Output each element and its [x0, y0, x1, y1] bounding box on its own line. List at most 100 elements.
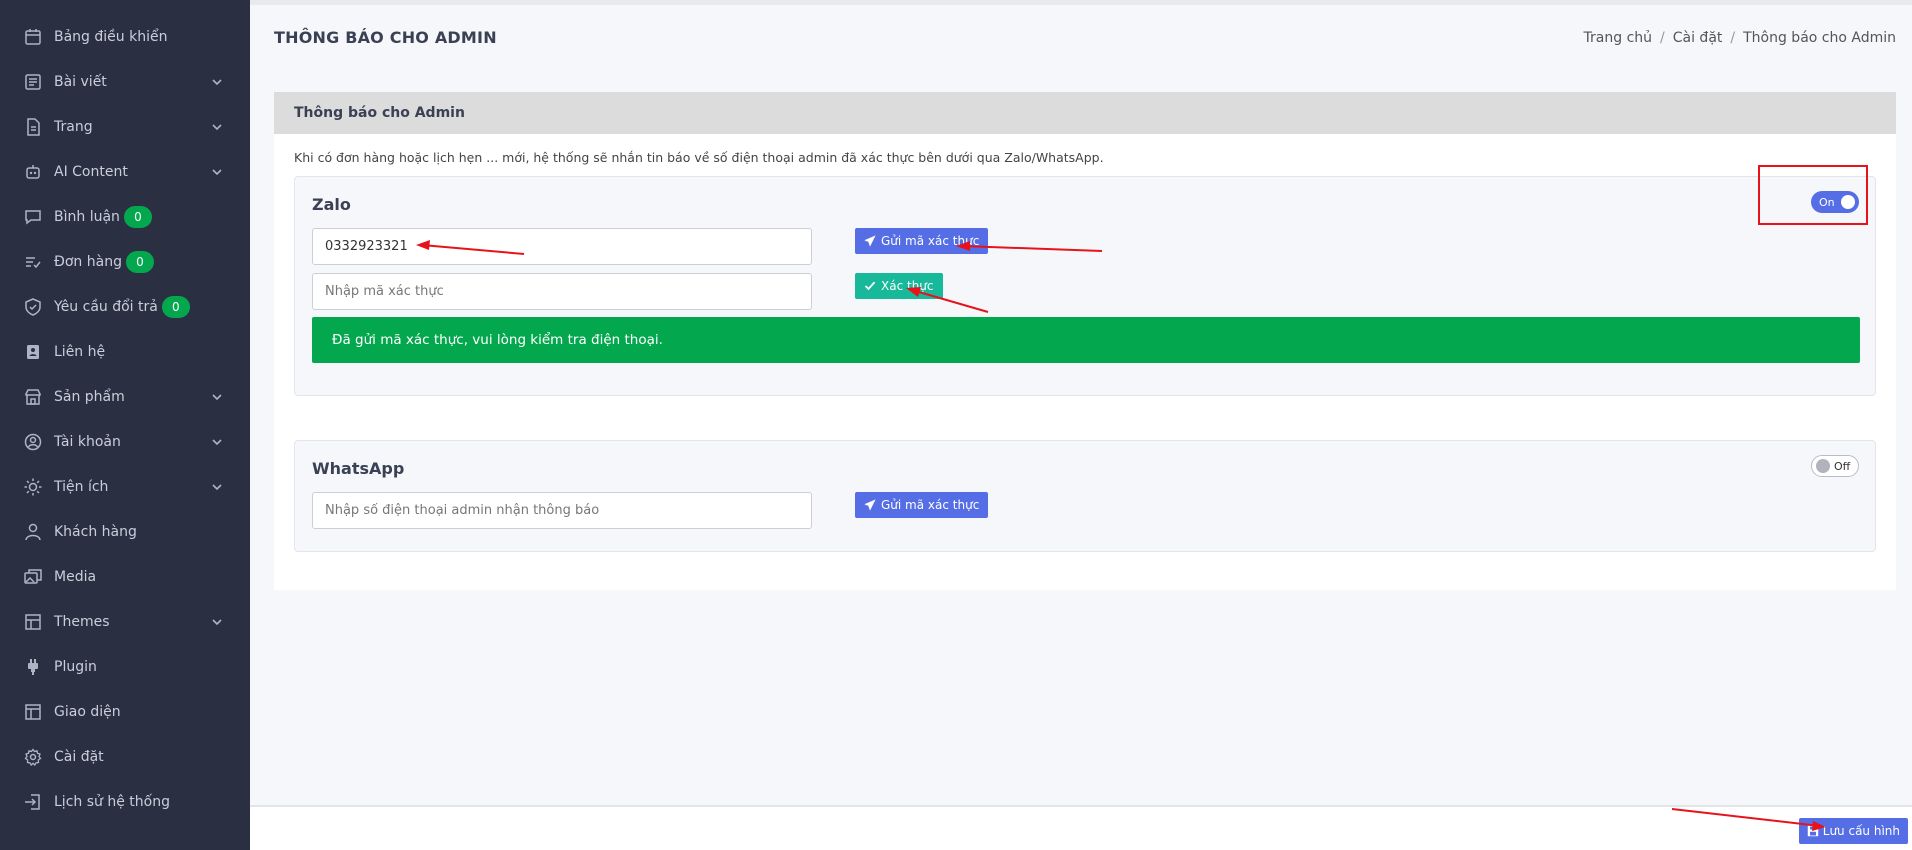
document-icon	[24, 117, 42, 136]
robot-icon	[24, 163, 42, 181]
sidebar-item-label: Khách hàng	[54, 523, 137, 540]
sidebar-item-label: Bảng điều khiển	[54, 28, 168, 45]
sidebar-item-14[interactable]: Plugin	[0, 644, 250, 689]
sidebar-item-label: Yêu cầu đổi trả	[54, 298, 158, 315]
sidebar: Bảng điều khiển Bài viết Trang AI Content Bì…	[0, 0, 250, 850]
breadcrumb-settings[interactable]: Cài đặt	[1673, 30, 1723, 46]
sidebar-item-7[interactable]: Liên hệ	[0, 329, 250, 374]
breadcrumb-separator: /	[1660, 30, 1665, 46]
toggle-knob	[1816, 459, 1830, 473]
whatsapp-phone-input[interactable]	[312, 492, 812, 529]
store-icon	[24, 388, 42, 406]
whatsapp-send-code-button[interactable]: Gửi mã xác thực	[855, 492, 989, 518]
sidebar-item-5[interactable]: Đơn hàng 0	[0, 239, 250, 284]
comment-icon	[24, 208, 42, 226]
order-list-icon	[24, 253, 42, 271]
layout-icon	[24, 703, 42, 721]
sidebar-item-16[interactable]: Cài đặt	[0, 734, 250, 779]
card-header: Thông báo cho Admin	[274, 92, 1896, 134]
sidebar-item-0[interactable]: Bảng điều khiển	[0, 14, 250, 59]
check-icon	[864, 281, 876, 291]
images-icon	[24, 568, 42, 586]
calendar-icon	[24, 28, 42, 46]
paper-plane-icon	[864, 499, 876, 511]
sidebar-item-13[interactable]: Themes	[0, 599, 250, 644]
sidebar-item-6[interactable]: Yêu cầu đổi trả 0	[0, 284, 250, 329]
sidebar-item-label: Media	[54, 568, 97, 585]
sidebar-item-8[interactable]: Sản phẩm	[0, 374, 250, 419]
sidebar-item-label: Lịch sử hệ thống	[54, 793, 170, 810]
sidebar-item-label: Giao diện	[54, 703, 121, 720]
sidebar-item-label: AI Content	[54, 163, 128, 180]
page-title: THÔNG BÁO CHO ADMIN	[274, 28, 497, 47]
login-icon	[24, 793, 42, 811]
list-icon	[24, 73, 42, 91]
user-icon	[24, 523, 42, 541]
footer-bar: Lưu cấu hình	[250, 805, 1912, 850]
sidebar-item-label: Tiện ích	[54, 478, 109, 495]
zalo-success-alert: Đã gửi mã xác thực, vui lòng kiểm tra đi…	[312, 317, 1860, 363]
breadcrumb-current: Thông báo cho Admin	[1743, 30, 1896, 46]
chevron-down-icon	[210, 615, 224, 629]
zalo-send-code-button[interactable]: Gửi mã xác thực	[855, 228, 989, 254]
paper-plane-icon	[864, 235, 876, 247]
count-badge: 0	[161, 295, 190, 318]
chevron-down-icon	[210, 165, 224, 179]
zalo-verify-label: Xác thực	[881, 279, 934, 293]
sidebar-item-label: Cài đặt	[54, 748, 104, 765]
zalo-phone-input[interactable]	[312, 228, 812, 265]
zalo-send-code-label: Gửi mã xác thực	[881, 234, 980, 248]
sidebar-item-2[interactable]: Trang	[0, 104, 250, 149]
chevron-down-icon	[210, 480, 224, 494]
whatsapp-toggle[interactable]: Off	[1811, 455, 1859, 477]
sidebar-item-1[interactable]: Bài viết	[0, 59, 250, 104]
count-badge: 0	[123, 205, 152, 228]
sidebar-item-10[interactable]: Tiện ích	[0, 464, 250, 509]
sidebar-item-15[interactable]: Giao diện	[0, 689, 250, 734]
sun-icon	[24, 478, 42, 496]
breadcrumb-home[interactable]: Trang chủ	[1584, 30, 1652, 46]
sidebar-item-9[interactable]: Tài khoản	[0, 419, 250, 464]
whatsapp-toggle-label: Off	[1834, 459, 1851, 473]
contact-icon	[24, 343, 42, 361]
sidebar-item-3[interactable]: AI Content	[0, 149, 250, 194]
whatsapp-section: WhatsApp Off Gửi mã xác thực	[294, 440, 1876, 552]
shield-icon	[24, 297, 42, 316]
sidebar-item-label: Plugin	[54, 658, 97, 675]
sidebar-item-label: Liên hệ	[54, 343, 106, 360]
gear-icon	[24, 747, 42, 766]
zalo-verify-button[interactable]: Xác thực	[855, 273, 943, 299]
chevron-down-icon	[210, 120, 224, 134]
sidebar-item-12[interactable]: Media	[0, 554, 250, 599]
chevron-down-icon	[210, 435, 224, 449]
breadcrumb: Trang chủ / Cài đặt / Thông báo cho Admi…	[1584, 30, 1896, 46]
count-badge: 0	[125, 250, 154, 273]
user-circle-icon	[24, 433, 42, 451]
sidebar-item-label: Bài viết	[54, 73, 107, 90]
whatsapp-send-code-label: Gửi mã xác thực	[881, 498, 980, 512]
zalo-title: Zalo	[312, 195, 351, 214]
sidebar-item-11[interactable]: Khách hàng	[0, 509, 250, 554]
sidebar-item-label: Tài khoản	[54, 433, 121, 450]
sidebar-item-label: Sản phẩm	[54, 388, 125, 405]
floppy-disk-icon	[1807, 825, 1819, 837]
breadcrumb-separator: /	[1730, 30, 1736, 46]
sidebar-item-17[interactable]: Lịch sử hệ thống	[0, 779, 250, 824]
top-strip	[250, 0, 1912, 5]
save-config-button[interactable]: Lưu cấu hình	[1798, 818, 1908, 844]
sidebar-item-4[interactable]: Bình luận 0	[0, 194, 250, 239]
whatsapp-title: WhatsApp	[312, 459, 405, 478]
sidebar-item-label: Bình luận	[54, 208, 120, 225]
chevron-down-icon	[210, 390, 224, 404]
admin-notification-card: Thông báo cho Admin Khi có đơn hàng hoặc…	[274, 92, 1896, 590]
grid-icon	[24, 613, 42, 631]
sidebar-item-label: Đơn hàng	[54, 253, 122, 270]
annotation-highlight-box	[1758, 165, 1868, 225]
zalo-section: Zalo On Gửi mã xác thực Xác thực Đã gửi …	[294, 176, 1876, 396]
sidebar-item-label: Trang	[54, 118, 93, 135]
card-description: Khi có đơn hàng hoặc lịch hẹn ... mới, h…	[294, 150, 1104, 165]
sidebar-item-label: Themes	[54, 613, 110, 630]
save-config-label: Lưu cấu hình	[1822, 824, 1900, 838]
plug-icon	[24, 658, 42, 676]
zalo-code-input[interactable]	[312, 273, 812, 310]
